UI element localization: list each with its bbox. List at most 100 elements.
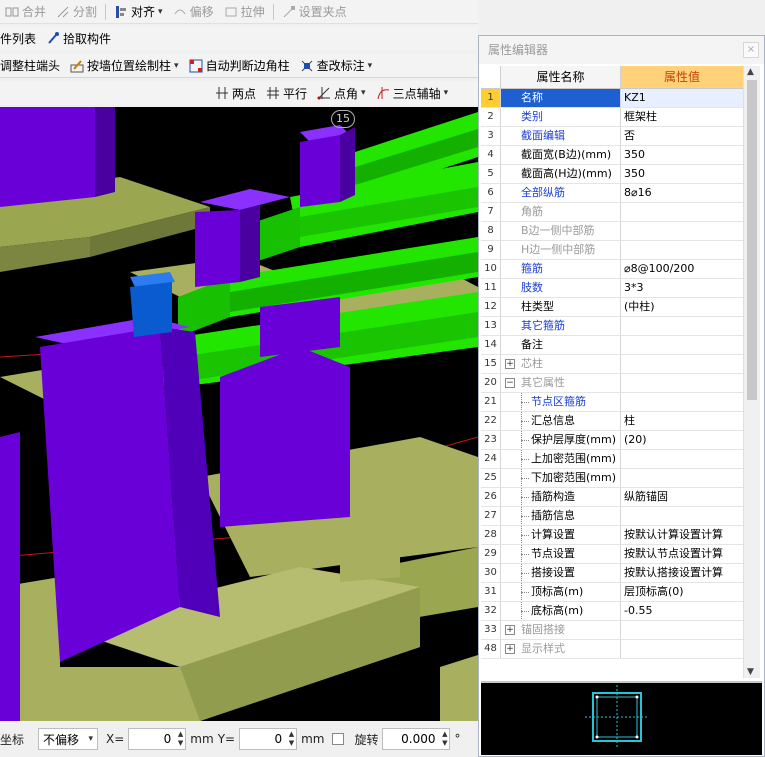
property-row[interactable]: 6 全部纵筋 8⌀16 [481,184,743,203]
property-value[interactable] [621,355,743,373]
property-row[interactable]: 15 + 芯柱 [481,355,743,374]
offset-mode-select[interactable]: 不偏移 ▾ [38,728,99,750]
property-row[interactable]: 48 + 显示样式 [481,640,743,659]
property-row[interactable]: 31 顶标高(m) 层顶标高(0) [481,583,743,602]
stretch-button[interactable]: 拉伸 [219,1,270,23]
property-value[interactable]: KZ1 [621,89,743,107]
expand-icon[interactable]: + [505,625,515,635]
align-button[interactable]: 对齐 ▾ [109,1,168,23]
property-row[interactable]: 11 肢数 3*3 [481,279,743,298]
set-grip-button[interactable]: 设置夹点 [277,1,352,23]
draw-by-wall-button[interactable]: 按墙位置绘制柱 ▾ [65,55,184,77]
rotate-input[interactable]: 0.000 ▲ ▼ [382,728,451,750]
property-row[interactable]: 32 底标高(m) -0.55 [481,602,743,621]
auto-corner-button[interactable]: 自动判断边角柱 [184,55,295,77]
property-value[interactable]: (20) [621,431,743,449]
expand-icon[interactable]: + [505,359,515,369]
two-points-button[interactable]: 两点 [210,82,261,104]
property-value[interactable] [621,640,743,658]
offset-button[interactable]: 偏移 [168,1,219,23]
property-row[interactable]: 12 柱类型 (中柱) [481,298,743,317]
property-value[interactable] [621,374,743,392]
pick-component-button[interactable]: 拾取构件 [41,27,116,49]
rotate-checkbox[interactable] [332,733,345,745]
property-row[interactable]: 29 节点设置 按默认节点设置计算 [481,545,743,564]
property-name: 名称 [501,89,621,107]
point-angle-button[interactable]: 点角 ▾ [312,82,371,104]
scrollbar-thumb[interactable] [747,80,757,400]
property-row[interactable]: 10 箍筋 ⌀8@100/200 [481,260,743,279]
property-value[interactable] [621,507,743,525]
property-value[interactable]: 框架柱 [621,108,743,126]
property-value[interactable] [621,450,743,468]
property-row[interactable]: 27 插筋信息 [481,507,743,526]
property-value[interactable]: 350 [621,165,743,183]
property-row[interactable]: 24 上加密范围(mm) [481,450,743,469]
property-row[interactable]: 26 插筋构造 纵筋锚固 [481,488,743,507]
property-value[interactable]: -0.55 [621,602,743,620]
component-list-button[interactable]: 件列表 [0,27,41,49]
property-value[interactable] [621,241,743,259]
close-icon[interactable]: × [743,42,759,58]
row-number: 31 [481,583,501,601]
property-value[interactable]: 按默认节点设置计算 [621,545,743,563]
property-value[interactable]: ⌀8@100/200 [621,260,743,278]
property-value[interactable]: (中柱) [621,298,743,316]
property-row[interactable]: 3 截面编辑 否 [481,127,743,146]
property-row[interactable]: 21 节点区箍筋 [481,393,743,412]
merge-button[interactable]: 合并 [0,1,51,23]
property-value[interactable]: 8⌀16 [621,184,743,202]
property-value[interactable]: 柱 [621,412,743,430]
spin-arrows-icon[interactable]: ▲ ▼ [442,730,447,748]
property-row[interactable]: 30 搭接设置 按默认搭接设置计算 [481,564,743,583]
property-row[interactable]: 33 + 锚固搭接 [481,621,743,640]
property-row[interactable]: 8 B边一侧中部筋 [481,222,743,241]
expand-icon[interactable]: + [505,644,515,654]
property-row[interactable]: 13 其它箍筋 [481,317,743,336]
property-value[interactable]: 按默认计算设置计算 [621,526,743,544]
spin-arrows-icon[interactable]: ▲ ▼ [289,730,294,748]
check-label-button[interactable]: 查改标注 ▾ [295,55,378,77]
property-name: 节点设置 [501,545,621,563]
3d-viewport[interactable]: 15 [0,107,478,721]
property-value[interactable] [621,469,743,487]
property-row[interactable]: 4 截面宽(B边)(mm) 350 [481,146,743,165]
property-row[interactable]: 23 保护层厚度(mm) (20) [481,431,743,450]
property-row[interactable]: 20− 其它属性 [481,374,743,393]
vertical-scrollbar[interactable]: ▲ ▼ [743,66,760,678]
property-value[interactable]: 纵筋锚固 [621,488,743,506]
property-value[interactable] [621,621,743,639]
property-row[interactable]: 1 名称 KZ1 [481,89,743,108]
property-value[interactable]: 否 [621,127,743,145]
property-row[interactable]: 7 角筋 [481,203,743,222]
property-row[interactable]: 14 备注 [481,336,743,355]
spin-arrows-icon[interactable]: ▲ ▼ [178,730,183,748]
property-name-text: 类别 [521,110,543,123]
property-row[interactable]: 9 H边一侧中部筋 [481,241,743,260]
parallel-button[interactable]: 平行 [261,82,312,104]
property-row[interactable]: 25 下加密范围(mm) [481,469,743,488]
scroll-down-icon[interactable]: ▼ [747,667,754,677]
property-value[interactable] [621,317,743,335]
property-value[interactable]: 层顶标高(0) [621,583,743,601]
property-row[interactable]: 28 计算设置 按默认计算设置计算 [481,526,743,545]
property-row[interactable]: 5 截面高(H边)(mm) 350 [481,165,743,184]
split-button[interactable]: 分割 [51,1,102,23]
property-value[interactable]: 按默认搭接设置计算 [621,564,743,582]
property-row[interactable]: 22 汇总信息 柱 [481,412,743,431]
three-point-aux-button[interactable]: 三点辅轴 ▾ [371,82,454,104]
y-input[interactable]: 0 ▲ ▼ [239,728,298,750]
property-grid: 属性名称 属性值 1 名称 KZ1 2 类别 框架柱 3 截面编辑 否 4 截面宽(B边)(mm) 3… [481,66,743,659]
row-number: 11 [481,279,501,297]
property-value[interactable] [621,203,743,221]
property-value[interactable] [621,222,743,240]
property-row[interactable]: 2 类别 框架柱 [481,108,743,127]
scroll-up-icon[interactable]: ▲ [747,67,754,77]
collapse-icon[interactable]: − [505,378,515,388]
property-value[interactable] [621,336,743,354]
property-value[interactable]: 3*3 [621,279,743,297]
property-value[interactable] [621,393,743,411]
x-input[interactable]: 0 ▲ ▼ [128,728,187,750]
property-value[interactable]: 350 [621,146,743,164]
adjust-column-end-button[interactable]: 调整柱端头 [0,55,65,77]
